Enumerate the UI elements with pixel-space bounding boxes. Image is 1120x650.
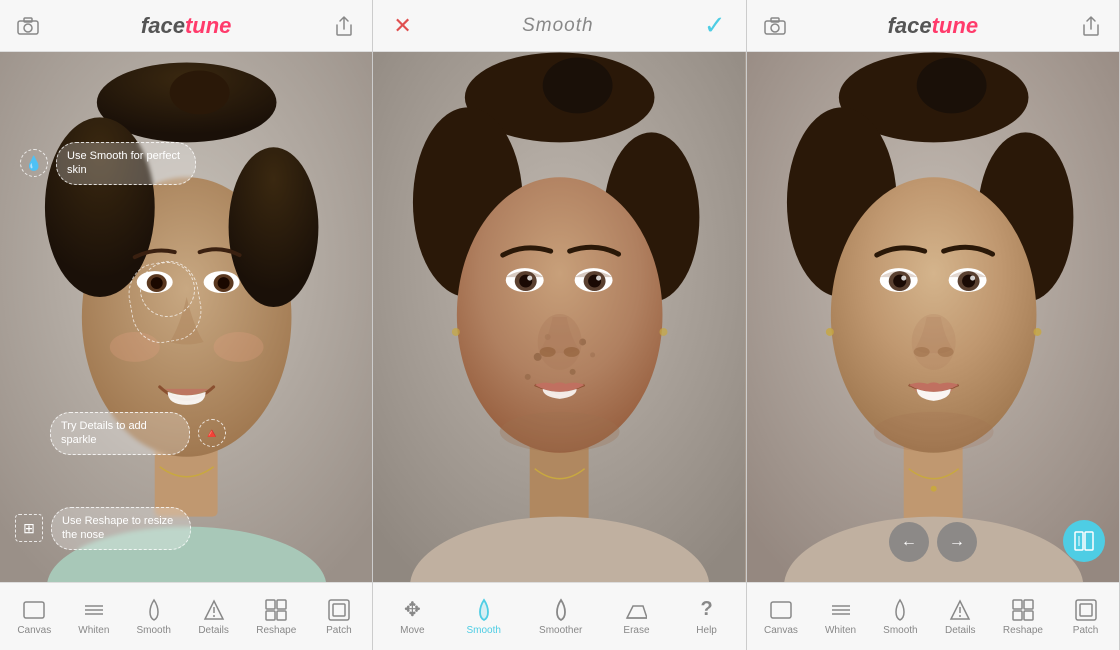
smooth-icon-p3 <box>890 598 910 622</box>
whiten-label-p3: Whiten <box>825 625 856 636</box>
whiten-label-p1: Whiten <box>78 625 109 636</box>
patch-icon-p3 <box>1075 598 1097 622</box>
panel-2: ✕ Smooth ✓ <box>373 0 746 650</box>
canvas-label-p1: Canvas <box>17 625 51 636</box>
tool-move-p2[interactable]: ✥ Move <box>390 594 434 640</box>
help-label-p2: Help <box>696 625 717 636</box>
tool-details-p1[interactable]: Details <box>192 594 236 640</box>
tool-smooth-p2[interactable]: Smooth <box>460 594 506 640</box>
panel-1-image: 💧 Use Smooth for perfect skin Try Detail… <box>0 52 372 582</box>
annotation-smooth: 💧 Use Smooth for perfect skin <box>20 142 196 185</box>
tool-erase-p2[interactable]: Erase <box>614 594 658 640</box>
erase-label-p2: Erase <box>623 625 649 636</box>
tool-smooth-p3[interactable]: Smooth <box>877 594 923 640</box>
annotation-details: Try Details to add sparkle 🔺 <box>50 412 226 455</box>
panel-1-toolbar: Canvas Whiten Smooth Details Reshape <box>0 582 372 650</box>
panel-1: facetune <box>0 0 373 650</box>
smoother-label-p2: Smoother <box>539 625 582 636</box>
tool-whiten-p3[interactable]: Whiten <box>819 594 863 640</box>
move-label-p2: Move <box>400 625 424 636</box>
tool-whiten-p1[interactable]: Whiten <box>72 594 116 640</box>
patch-label-p3: Patch <box>1073 625 1099 636</box>
smoother-icon-p2 <box>551 598 571 622</box>
move-icon-p2: ✥ <box>404 598 421 622</box>
details-icon-p3 <box>949 598 971 622</box>
canvas-label-p3: Canvas <box>764 625 798 636</box>
reshape-icon-p3 <box>1012 598 1034 622</box>
smooth-label-p1: Smooth <box>137 625 171 636</box>
smooth-annotation-icon: 💧 <box>20 149 48 177</box>
smooth-label-p2: Smooth <box>466 625 500 636</box>
reshape-label-p1: Reshape <box>256 625 296 636</box>
canvas-icon-p1 <box>23 598 45 622</box>
details-annotation-text: Try Details to add sparkle <box>50 412 190 455</box>
details-icon-p1 <box>203 598 225 622</box>
tool-reshape-p1[interactable]: Reshape <box>250 594 302 640</box>
tool-patch-p1[interactable]: Patch <box>317 594 361 640</box>
tool-help-p2[interactable]: ? Help <box>685 594 729 640</box>
reshape-annotation-text: Use Reshape to resize the nose <box>51 507 191 550</box>
patch-label-p1: Patch <box>326 625 352 636</box>
panel-2-title: Smooth <box>522 15 593 37</box>
logo-p3: facetune <box>888 13 979 39</box>
panel-2-image[interactable] <box>373 52 745 582</box>
panel-2-toolbar: ✥ Move Smooth Smoother Erase ? Help <box>373 582 745 650</box>
annotation-reshape: ⊞ Use Reshape to resize the nose <box>15 507 191 550</box>
camera-icon-p3[interactable] <box>761 12 789 40</box>
reshape-label-p3: Reshape <box>1003 625 1043 636</box>
panel-3-header: facetune <box>747 0 1119 52</box>
panel-3-image[interactable]: ← → <box>747 52 1119 582</box>
share-icon-p3[interactable] <box>1077 12 1105 40</box>
patch-icon-p1 <box>328 598 350 622</box>
camera-icon-p1[interactable] <box>14 12 42 40</box>
smooth-icon-p2 <box>474 598 494 622</box>
tool-canvas-p1[interactable]: Canvas <box>11 594 57 640</box>
face-portrait-2 <box>373 52 745 582</box>
erase-icon-p2 <box>625 598 647 622</box>
nav-forward-button[interactable]: → <box>937 522 977 562</box>
tool-reshape-p3[interactable]: Reshape <box>997 594 1049 640</box>
help-icon-p2: ? <box>700 598 712 622</box>
share-icon-p1[interactable] <box>330 12 358 40</box>
canvas-icon-p3 <box>770 598 792 622</box>
details-label-p3: Details <box>945 625 976 636</box>
reshape-annotation-icon: ⊞ <box>15 514 43 542</box>
smooth-label-p3: Smooth <box>883 625 917 636</box>
smooth-annotation-text: Use Smooth for perfect skin <box>56 142 196 185</box>
face-portrait-3 <box>747 52 1119 582</box>
whiten-icon-p3 <box>830 598 852 622</box>
tool-patch-p3[interactable]: Patch <box>1064 594 1108 640</box>
tool-smoother-p2[interactable]: Smoother <box>533 594 588 640</box>
logo-p1: facetune <box>141 13 232 39</box>
panel-1-header: facetune <box>0 0 372 52</box>
tool-canvas-p3[interactable]: Canvas <box>758 594 804 640</box>
smooth-icon-p1 <box>144 598 164 622</box>
nav-back-button[interactable]: ← <box>889 522 929 562</box>
compare-button[interactable] <box>1063 520 1105 562</box>
reshape-icon-p1 <box>265 598 287 622</box>
confirm-button[interactable]: ✓ <box>704 10 726 41</box>
panel-2-header: ✕ Smooth ✓ <box>373 0 745 52</box>
tool-smooth-p1[interactable]: Smooth <box>131 594 177 640</box>
panel-3: facetune <box>747 0 1120 650</box>
panel-3-toolbar: Canvas Whiten Smooth Details Reshape <box>747 582 1119 650</box>
details-annotation-icon: 🔺 <box>198 419 226 447</box>
whiten-icon-p1 <box>83 598 105 622</box>
cancel-button[interactable]: ✕ <box>393 13 411 39</box>
tool-details-p3[interactable]: Details <box>938 594 982 640</box>
details-label-p1: Details <box>198 625 229 636</box>
